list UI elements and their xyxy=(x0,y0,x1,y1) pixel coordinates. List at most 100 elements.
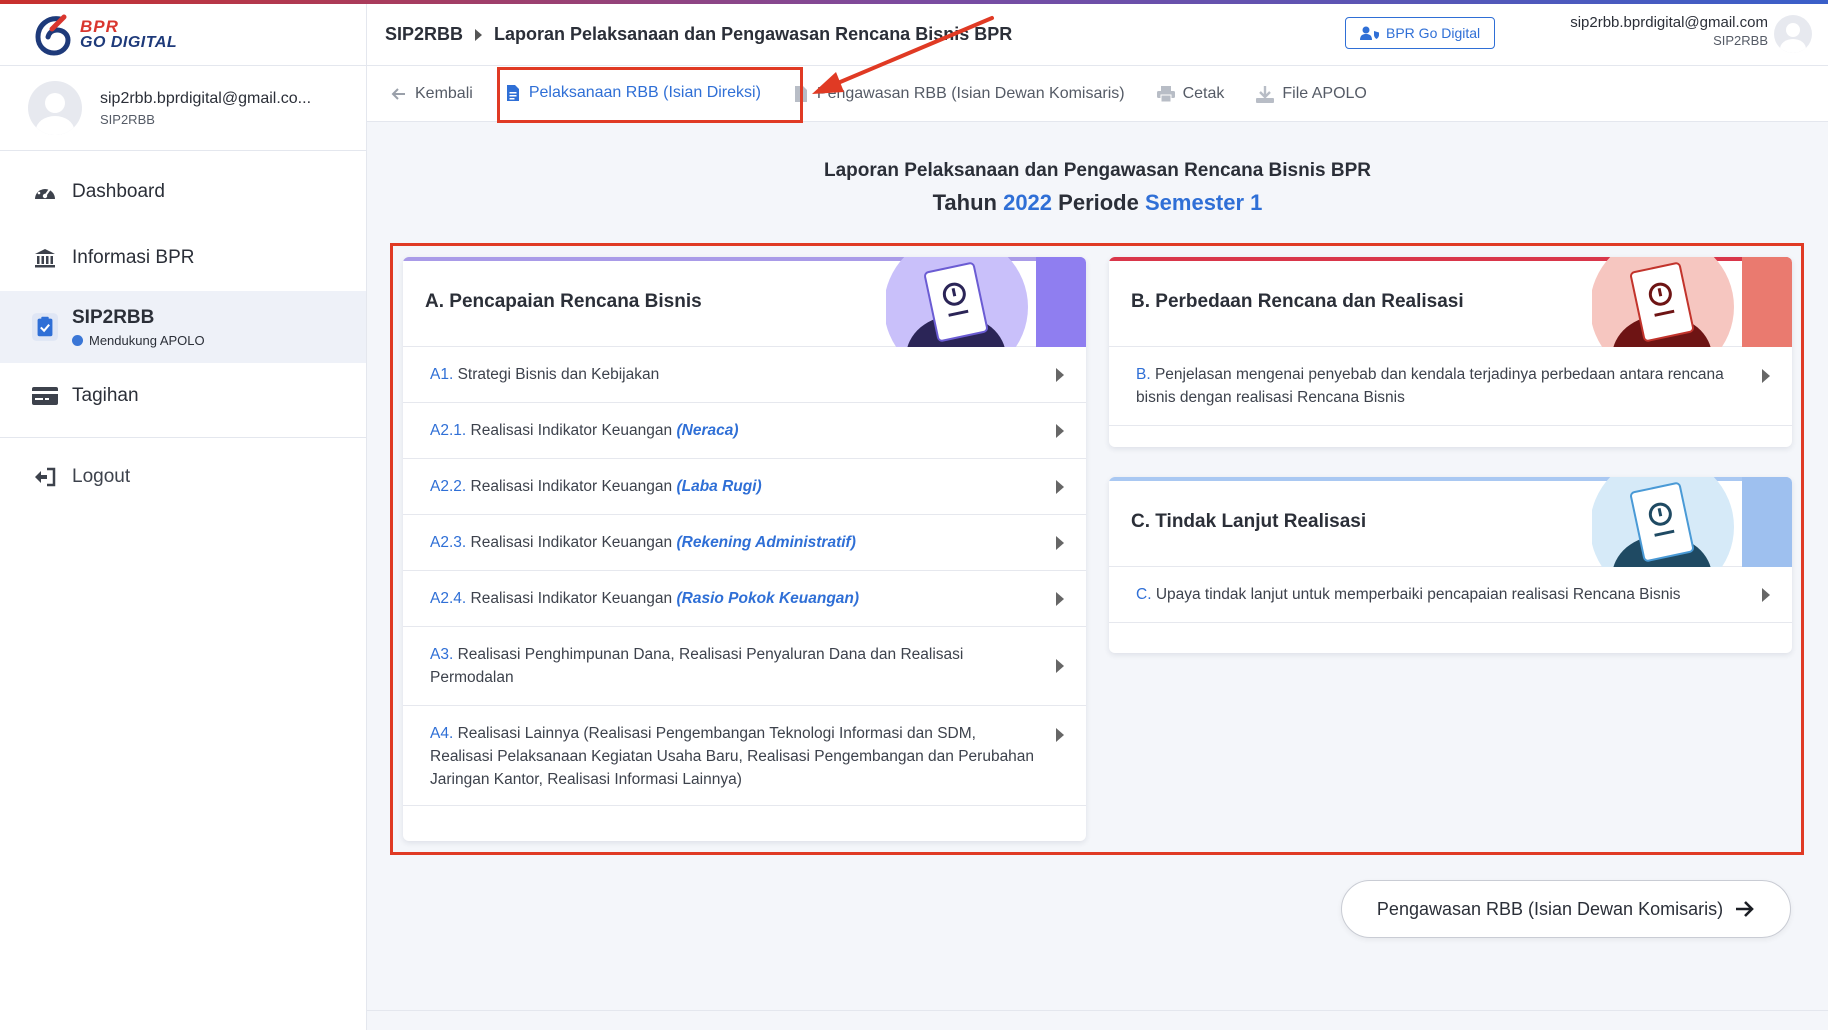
row-code: B. xyxy=(1136,366,1151,383)
sidebar-item-sublabel: Mendukung APOLO xyxy=(89,332,205,348)
header-avatar[interactable] xyxy=(1774,15,1812,53)
row-text: Upaya tindak lanjut untuk memperbaiki pe… xyxy=(1155,586,1681,603)
file-apolo-button[interactable]: File APOLO xyxy=(1256,66,1367,122)
print-label: Cetak xyxy=(1182,84,1225,102)
dashboard-gauge-icon xyxy=(32,181,58,203)
sidebar-item-informasi-bpr[interactable]: Informasi BPR xyxy=(0,225,366,291)
chevron-right-icon xyxy=(1762,587,1770,602)
print-button[interactable]: Cetak xyxy=(1156,66,1225,122)
row-emphasis: (Rekening Administratif) xyxy=(676,534,856,551)
list-item-a2-2[interactable]: A2.2. Realisasi Indikator Keuangan (Laba… xyxy=(403,459,1086,515)
tab-pengawasan-komisaris[interactable]: Pengawasan RBB (Isian Dewan Komisaris) xyxy=(793,66,1125,122)
sidebar-item-tagihan[interactable]: Tagihan xyxy=(0,363,366,429)
arrow-left-icon xyxy=(391,87,405,100)
row-text: Penjelasan mengenai penyebab dan kendala… xyxy=(1136,366,1724,406)
chevron-right-icon xyxy=(1056,728,1064,742)
card-tindak-lanjut-realisasi: C. Tindak Lanjut Realisasi C. Upaya tind… xyxy=(1109,477,1792,653)
brand-line1: BPR xyxy=(80,17,119,36)
row-text: Realisasi Penghimpunan Dana, Realisasi P… xyxy=(430,646,964,686)
next-button-label: Pengawasan RBB (Isian Dewan Komisaris) xyxy=(1376,898,1724,919)
arrow-right-icon xyxy=(1736,901,1754,917)
row-text: Realisasi Indikator Keuangan xyxy=(470,590,673,607)
sidebar: BPR GO DIGITAL sip2rbb.bprdigital@gmail.… xyxy=(0,4,367,1030)
row-text: Realisasi Indikator Keuangan xyxy=(470,422,673,439)
brand-logo[interactable]: BPR GO DIGITAL xyxy=(0,4,366,66)
page-subtitle: Tahun 2022 Periode Semester 1 xyxy=(367,190,1828,216)
card-title: A. Pencapaian Rencana Bisnis xyxy=(425,291,702,312)
period-label: Periode xyxy=(1058,190,1139,215)
list-item-a3[interactable]: A3. Realisasi Penghimpunan Dana, Realisa… xyxy=(403,627,1086,706)
sidebar-profile[interactable]: sip2rbb.bprdigital@gmail.co... SIP2RBB xyxy=(0,66,366,151)
row-code: A2.3. xyxy=(430,534,467,551)
row-text: Realisasi Indikator Keuangan xyxy=(470,534,673,551)
breadcrumb-current: Laporan Pelaksanaan dan Pengawasan Renca… xyxy=(494,24,1013,44)
card-perbedaan-rencana-realisasi: B. Perbedaan Rencana dan Realisasi B. Pe… xyxy=(1109,257,1792,447)
chevron-right-icon xyxy=(1762,369,1770,383)
information-book-icon xyxy=(886,257,1086,347)
logout-icon xyxy=(32,466,58,488)
header-user-info[interactable]: sip2rbb.bprdigital@gmail.com SIP2RBB xyxy=(1570,14,1768,48)
list-item-a4[interactable]: A4. Realisasi Lainnya (Realisasi Pengemb… xyxy=(403,706,1086,806)
chevron-right-icon xyxy=(1056,659,1064,673)
badge-label: BPR Go Digital xyxy=(1386,25,1481,41)
sidebar-item-label: SIP2RBB xyxy=(72,306,155,328)
row-text: Realisasi Indikator Keuangan xyxy=(470,478,673,495)
chevron-right-icon xyxy=(1056,367,1064,382)
row-emphasis: (Rasio Pokok Keuangan) xyxy=(676,590,860,607)
chevron-right-icon xyxy=(1056,479,1064,494)
row-code: A2.4. xyxy=(430,590,467,607)
list-item-a2-3[interactable]: A2.3. Realisasi Indikator Keuangan (Reke… xyxy=(403,515,1086,571)
row-text: Strategi Bisnis dan Kebijakan xyxy=(457,366,660,383)
top-header: SIP2RBB Laporan Pelaksanaan dan Pengawas… xyxy=(367,4,1828,66)
row-code: C. xyxy=(1136,586,1152,603)
list-item-b[interactable]: B. Penjelasan mengenai penyebab dan kend… xyxy=(1109,347,1792,426)
chevron-right-icon xyxy=(1056,535,1064,550)
tab-pelaksanaan-direksi[interactable]: Pelaksanaan RBB (Isian Direksi) xyxy=(504,66,761,122)
sidebar-item-dashboard[interactable]: Dashboard xyxy=(0,159,366,225)
card-title: C. Tindak Lanjut Realisasi xyxy=(1131,511,1367,532)
user-shield-icon xyxy=(1360,26,1379,40)
page-title: Laporan Pelaksanaan dan Pengawasan Renca… xyxy=(824,160,1371,181)
file-label: File APOLO xyxy=(1282,84,1367,102)
tab-label: Pengawasan RBB (Isian Dewan Komisaris) xyxy=(816,84,1125,102)
list-item-a2-4[interactable]: A2.4. Realisasi Indikator Keuangan (Rasi… xyxy=(403,571,1086,627)
subtitle-prefix: Tahun xyxy=(932,190,997,215)
chevron-right-icon xyxy=(1056,591,1064,606)
header-user-role: SIP2RBB xyxy=(1713,33,1768,48)
header-user-email: sip2rbb.bprdigital@gmail.com xyxy=(1570,14,1768,31)
semester-value: Semester 1 xyxy=(1144,190,1263,215)
brand-line2: GO DIGITAL xyxy=(80,34,178,51)
clipboard-check-icon xyxy=(32,313,58,341)
document-icon xyxy=(506,84,519,101)
printer-icon xyxy=(1156,85,1175,102)
sidebar-item-label: Logout xyxy=(72,466,131,487)
bpr-go-digital-button[interactable]: BPR Go Digital xyxy=(1345,17,1496,49)
back-button[interactable]: Kembali xyxy=(391,66,473,122)
card-title: B. Perbedaan Rencana dan Realisasi xyxy=(1131,291,1464,312)
status-dot xyxy=(72,334,83,346)
sidebar-item-label: Informasi BPR xyxy=(72,247,195,268)
sidebar-item-label: Tagihan xyxy=(72,385,139,406)
list-item-a1[interactable]: A1. Strategi Bisnis dan Kebijakan xyxy=(403,347,1086,403)
sidebar-item-logout[interactable]: Logout xyxy=(0,444,366,510)
breadcrumb-separator-icon xyxy=(475,28,483,41)
sidebar-item-label: Dashboard xyxy=(72,181,165,202)
year-value: 2022 xyxy=(1003,190,1053,215)
list-item-c[interactable]: C. Upaya tindak lanjut untuk memperbaiki… xyxy=(1109,567,1792,623)
sidebar-item-sip2rbb[interactable]: SIP2RBB Mendukung APOLO xyxy=(0,291,366,363)
row-code: A2.2. xyxy=(430,478,467,495)
information-book-icon xyxy=(1592,477,1792,567)
avatar xyxy=(28,81,82,135)
row-text: Realisasi Lainnya (Realisasi Pengembanga… xyxy=(430,725,1035,788)
download-icon xyxy=(1256,85,1275,103)
back-label: Kembali xyxy=(415,84,473,102)
information-book-icon xyxy=(1592,257,1792,347)
list-item-a2-1[interactable]: A2.1. Realisasi Indikator Keuangan (Nera… xyxy=(403,403,1086,459)
document-icon xyxy=(794,85,807,102)
next-pengawasan-button[interactable]: Pengawasan RBB (Isian Dewan Komisaris) xyxy=(1341,880,1791,938)
row-emphasis: (Neraca) xyxy=(676,422,739,439)
breadcrumb-root[interactable]: SIP2RBB xyxy=(385,24,463,45)
bpr-logo-icon xyxy=(35,14,71,56)
footer-divider xyxy=(367,1010,1828,1011)
row-code: A4. xyxy=(430,725,454,742)
